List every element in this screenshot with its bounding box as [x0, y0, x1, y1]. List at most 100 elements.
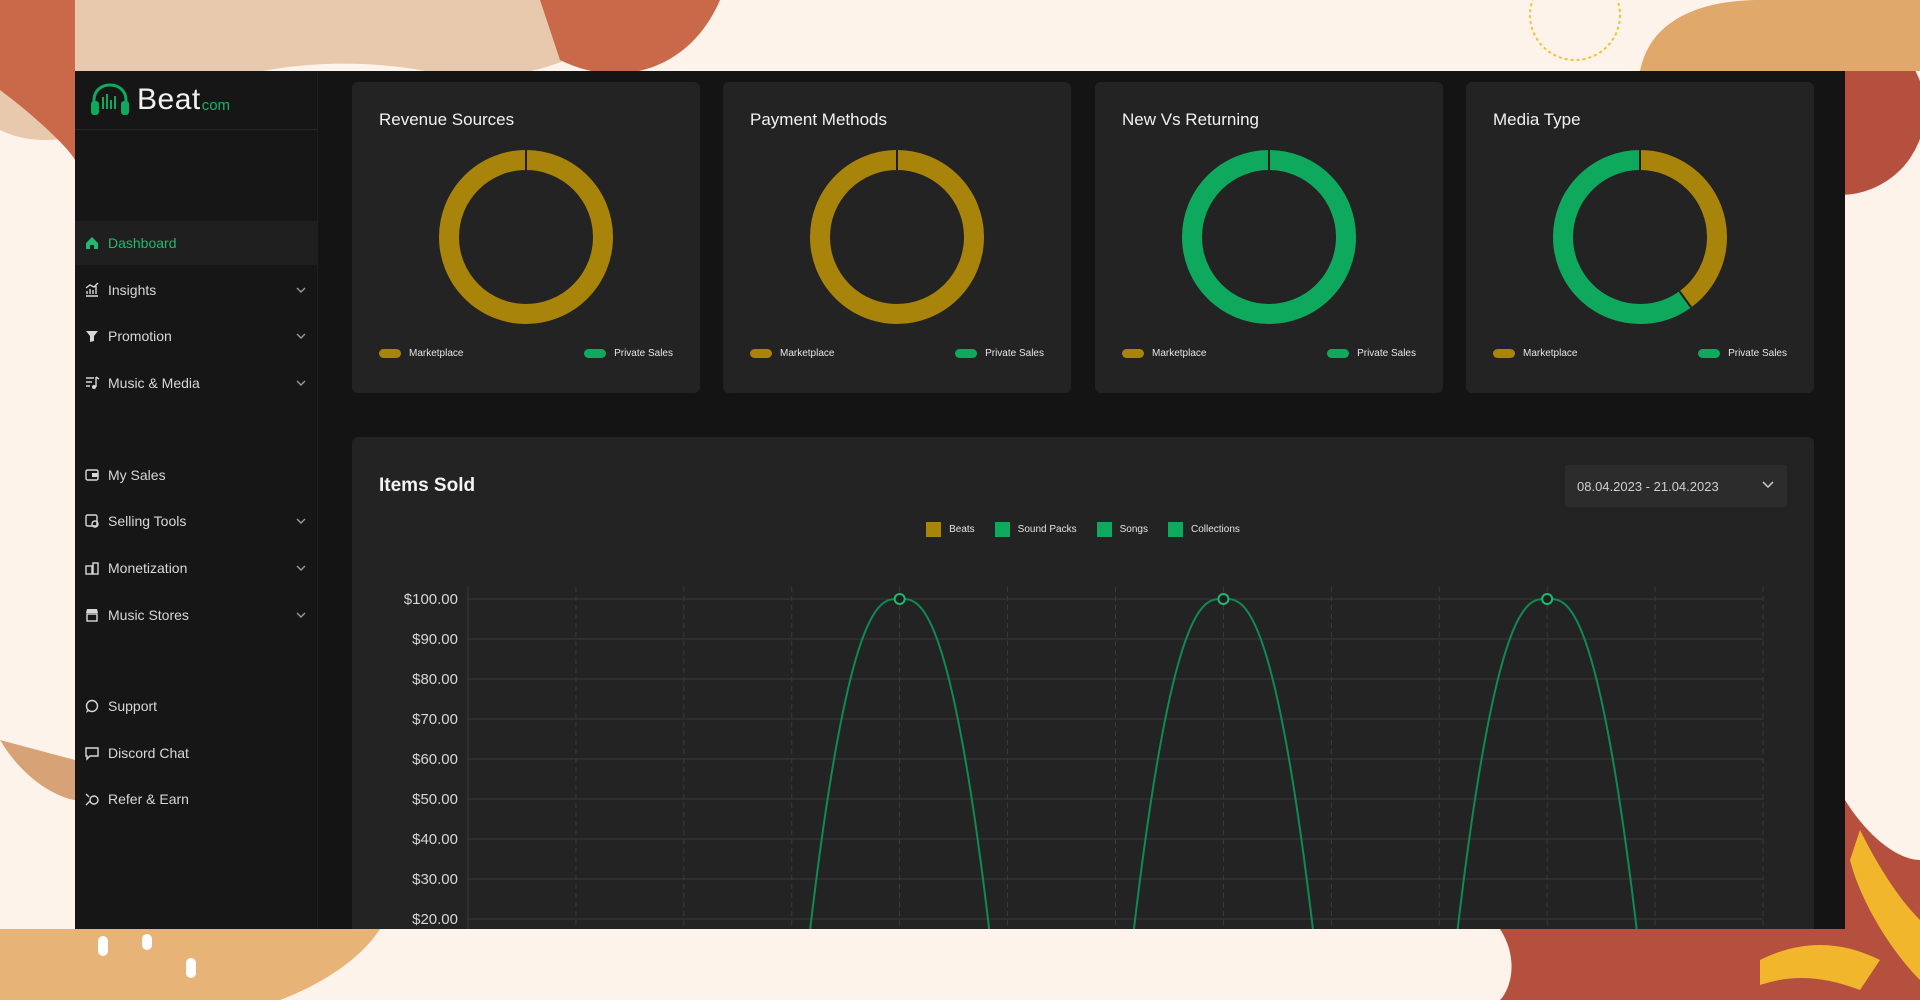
y-tick-label: $50.00: [412, 791, 458, 808]
donut-legend: Marketplace Private Sales: [379, 348, 673, 362]
new-vs-returning-card: New Vs Returning Marketplace Private Sales: [1095, 82, 1443, 393]
chat-icon: [84, 745, 100, 761]
legend-marketplace: Marketplace: [750, 348, 834, 359]
items-sold-card: Items Sold 08.04.2023 - 21.04.2023 Beats…: [352, 437, 1814, 929]
logo[interactable]: Beat com: [75, 71, 317, 130]
payment-methods-card: Payment Methods Marketplace Private Sales: [723, 82, 1071, 393]
dashboard-main: Revenue Sources Marketplace Private Sales P…: [318, 71, 1845, 929]
headphones-logo-icon: [91, 83, 129, 115]
legend-marketplace: Marketplace: [1122, 348, 1206, 359]
y-tick-label: $100.00: [404, 591, 458, 608]
chevron-down-icon[interactable]: [293, 332, 309, 340]
sidebar-item-label: Dashboard: [108, 235, 177, 251]
sidebar-item-label: My Sales: [108, 467, 166, 483]
sidebar-item-label: Music Stores: [108, 607, 189, 623]
legend-private-sales: Private Sales: [1698, 348, 1787, 359]
y-tick-label: $90.00: [412, 631, 458, 648]
legend-private-sales: Private Sales: [1327, 348, 1416, 359]
insights-chart-icon: [84, 282, 100, 298]
legend-private-sales: Private Sales: [584, 348, 673, 359]
data-point[interactable]: [1217, 593, 1230, 605]
sidebar-item-music-stores[interactable]: Music Stores: [75, 593, 317, 637]
chevron-down-icon[interactable]: [293, 517, 309, 525]
legend-swatch: [379, 349, 401, 358]
donut-chart: [810, 150, 984, 324]
legend-swatch: [955, 349, 978, 358]
legend-marketplace: Marketplace: [1493, 348, 1577, 359]
music-media-icon: [84, 375, 100, 391]
legend-label: Private Sales: [614, 348, 673, 359]
data-point[interactable]: [893, 593, 906, 605]
app-window: Beat com Dashboard Insights Promotion Music…: [75, 71, 1845, 929]
legend-private-sales: Private Sales: [955, 348, 1044, 359]
data-point[interactable]: [1541, 593, 1554, 605]
chevron-down-icon[interactable]: [293, 379, 309, 387]
y-tick-label: $40.00: [412, 831, 458, 848]
sidebar-item-discord-chat[interactable]: Discord Chat: [75, 731, 317, 775]
legend-swatch: [750, 349, 772, 358]
sidebar-item-promotion[interactable]: Promotion: [75, 314, 317, 358]
legend-swatch: [1493, 349, 1515, 358]
sidebar-item-monetization[interactable]: Monetization: [75, 546, 317, 590]
legend-swatch: [1698, 349, 1721, 358]
chevron-down-icon[interactable]: [293, 286, 309, 294]
legend-label: Private Sales: [1357, 348, 1416, 359]
sidebar-item-label: Refer & Earn: [108, 791, 189, 807]
media-type-card: Media Type Marketplace Private Sales: [1466, 82, 1814, 393]
legend-label: Private Sales: [985, 348, 1044, 359]
y-tick-label: $20.00: [412, 911, 458, 928]
donut-legend: Marketplace Private Sales: [750, 348, 1044, 362]
refer-icon: [84, 791, 100, 807]
sidebar-item-music-media[interactable]: Music & Media: [75, 361, 317, 405]
card-title: New Vs Returning: [1122, 110, 1260, 129]
revenue-sources-card: Revenue Sources Marketplace Private Sales: [352, 82, 700, 393]
sidebar-item-insights[interactable]: Insights: [75, 268, 317, 312]
sidebar-item-label: Promotion: [108, 328, 172, 344]
card-title: Revenue Sources: [379, 110, 515, 129]
selling-tools-icon: [84, 513, 100, 529]
donut-slice-marketplace[interactable]: [810, 150, 984, 324]
sidebar-item-support[interactable]: Support: [75, 684, 317, 728]
items-sold-chart: $100.00 $90.00 $80.00 $70.00 $60.00 $50.00 $40…: [404, 587, 1764, 929]
card-title: Media Type: [1493, 110, 1581, 129]
legend-label: Marketplace: [780, 348, 835, 359]
y-tick-label: $60.00: [412, 751, 458, 768]
legend-label: Private Sales: [1728, 348, 1787, 359]
chevron-down-icon[interactable]: [293, 564, 309, 572]
wallet-icon: [84, 467, 100, 483]
store-icon: [84, 607, 100, 623]
sidebar-item-label: Support: [108, 698, 158, 714]
sidebar-item-label: Insights: [108, 282, 157, 298]
sidebar-item-label: Discord Chat: [108, 745, 189, 761]
legend-swatch: [584, 349, 607, 358]
y-tick-label: $70.00: [412, 711, 458, 728]
promotion-icon: [84, 328, 100, 344]
sidebar-item-label: Monetization: [108, 560, 188, 576]
legend-swatch: [1327, 349, 1350, 358]
card-title: Payment Methods: [750, 110, 888, 129]
sidebar-item-selling-tools[interactable]: Selling Tools: [75, 499, 317, 543]
sidebar-item-dashboard[interactable]: Dashboard: [75, 221, 317, 265]
legend-swatch: [1122, 349, 1144, 358]
donut-slice-marketplace[interactable]: [439, 150, 613, 324]
legend-marketplace: Marketplace: [379, 348, 463, 359]
sidebar-item-label: Music & Media: [108, 375, 200, 391]
donut-chart: [1553, 150, 1727, 324]
sidebar-item-my-sales[interactable]: My Sales: [75, 453, 317, 497]
donut-legend: Marketplace Private Sales: [1122, 348, 1416, 362]
donut-slice-private-sales[interactable]: [1182, 150, 1356, 324]
sidebar: Beat com Dashboard Insights Promotion Music…: [75, 71, 318, 929]
sidebar-item-refer-earn[interactable]: Refer & Earn: [75, 777, 317, 821]
y-tick-label: $30.00: [412, 871, 458, 888]
logo-suffix: com: [201, 96, 231, 114]
donut-chart: [439, 150, 613, 324]
donut-chart: [1182, 150, 1356, 324]
monetization-icon: [84, 560, 100, 576]
logo-text: Beat: [137, 83, 201, 116]
support-icon: [84, 698, 100, 714]
sidebar-item-label: Selling Tools: [108, 513, 187, 529]
legend-label: Marketplace: [409, 348, 464, 359]
chevron-down-icon[interactable]: [293, 611, 309, 619]
legend-label: Marketplace: [1523, 348, 1578, 359]
y-tick-label: $80.00: [412, 671, 458, 688]
